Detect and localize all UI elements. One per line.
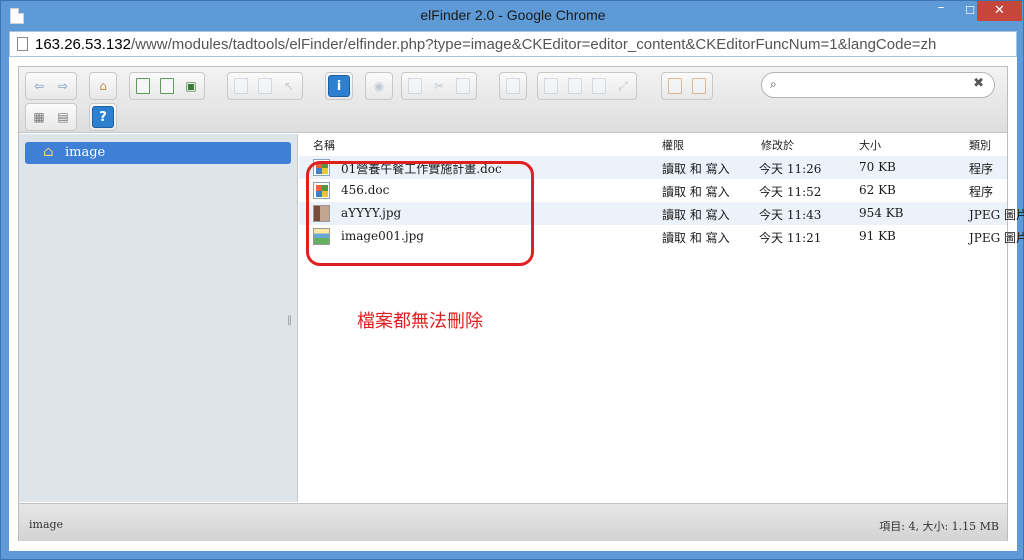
mkdir-icon[interactable] [156, 75, 178, 97]
file-perm: 讀取 和 寫入 [662, 185, 730, 199]
col-size[interactable]: 大小 [859, 137, 881, 153]
page-icon [17, 37, 28, 51]
open-icon[interactable] [230, 75, 252, 97]
archive-group [661, 72, 713, 100]
select-icon[interactable]: ↖ [278, 75, 300, 97]
rename-icon[interactable] [564, 75, 586, 97]
col-date[interactable]: 修改於 [761, 137, 794, 153]
help-group: ? [89, 103, 117, 131]
file-perm: 讀取 和 寫入 [662, 208, 730, 222]
forward-icon[interactable]: ⇨ [52, 75, 74, 97]
url-path: /www/modules/tadtools/elFinder/elfinder.… [130, 36, 937, 53]
info-icon[interactable]: i [328, 75, 350, 97]
save-icon[interactable]: ▣ [180, 75, 202, 97]
file-date: 今天 11:52 [759, 185, 822, 199]
home-icon[interactable]: ⌂ [92, 75, 114, 97]
file-size: 91 KB [859, 229, 896, 243]
elfinder-panel: ⇦ ⇨ ⌂ ▣ ↖ i ◉ ✂ ⤢ ⌕ ✖ ▦ ▤ ? ⌂ image ‖ 名稱… [18, 66, 1024, 541]
file-date: 今天 11:21 [759, 231, 822, 245]
info-group: i [325, 72, 353, 100]
view-group: ◉ [365, 72, 393, 100]
status-bar: image 項目: 4, 大小: 1.15 MB [19, 503, 1007, 541]
help-icon[interactable]: ? [92, 106, 114, 128]
minimize-button[interactable]: – [927, 1, 955, 21]
url-host: 163.26.53.132 [35, 36, 131, 53]
search-clear-icon[interactable]: ✖ [973, 76, 984, 91]
folder-tree: ⌂ image ‖ [19, 134, 298, 502]
col-kind[interactable]: 類別 [969, 137, 991, 153]
file-size: 70 KB [859, 160, 896, 174]
file-date: 今天 11:26 [759, 162, 822, 176]
view-list-icon[interactable]: ▦ [28, 106, 50, 128]
delete-icon[interactable] [502, 75, 524, 97]
file-kind: 程序 [969, 162, 994, 176]
status-info: 項目: 4, 大小: 1.15 MB [879, 520, 999, 533]
file-perm: 讀取 和 寫入 [662, 162, 730, 176]
edit-group: ⤢ [537, 72, 637, 100]
delete-group [499, 72, 527, 100]
annotation-circle [306, 161, 534, 266]
title-bar: elFinder 2.0 - Google Chrome – ☐ ✕ [1, 1, 1024, 31]
file-kind: JPEG 圖片 [969, 231, 1024, 245]
page-content: ⇦ ⇨ ⌂ ▣ ↖ i ◉ ✂ ⤢ ⌕ ✖ ▦ ▤ ? ⌂ image ‖ 名稱… [9, 57, 1024, 551]
home-group: ⌂ [89, 72, 117, 100]
tree-item-image[interactable]: ⌂ image [25, 142, 291, 164]
reload-icon[interactable] [132, 75, 154, 97]
close-button[interactable]: ✕ [977, 1, 1022, 21]
open-group: ↖ [227, 72, 303, 100]
file-date: 今天 11:43 [759, 208, 822, 222]
sort-icon[interactable]: ▤ [52, 106, 74, 128]
annotation-text: 檔案都無法刪除 [357, 311, 483, 332]
column-headers: 名稱 權限 修改於 大小 類別 [299, 137, 1007, 153]
search-input[interactable]: ⌕ ✖ [761, 72, 995, 98]
house-icon: ⌂ [43, 144, 54, 160]
copy-icon[interactable] [404, 75, 426, 97]
cut-icon[interactable]: ✂ [428, 75, 450, 97]
file-kind: JPEG 圖片 [969, 208, 1024, 222]
nav-group: ⇦ ⇨ [25, 72, 77, 100]
file-perm: 讀取 和 寫入 [662, 231, 730, 245]
archive-icon[interactable] [664, 75, 686, 97]
edit-icon[interactable] [588, 75, 610, 97]
back-icon[interactable]: ⇦ [28, 75, 50, 97]
panel-resize-handle[interactable]: ‖ [287, 315, 292, 327]
url-text[interactable]: 163.26.53.132/www/modules/tadtools/elFin… [35, 36, 936, 53]
file-size: 62 KB [859, 183, 896, 197]
tree-item-label: image [65, 145, 106, 160]
toolbar: ⇦ ⇨ ⌂ ▣ ↖ i ◉ ✂ ⤢ ⌕ ✖ ▦ ▤ ? [19, 67, 1007, 133]
browser-window: elFinder 2.0 - Google Chrome – ☐ ✕ 163.2… [0, 0, 1024, 560]
view-icon[interactable]: ◉ [368, 75, 390, 97]
layout-group: ▦ ▤ [25, 103, 77, 131]
extract-icon[interactable] [688, 75, 710, 97]
address-bar[interactable]: 163.26.53.132/www/modules/tadtools/elFin… [9, 31, 1017, 57]
paste-icon[interactable] [452, 75, 474, 97]
download-icon[interactable] [254, 75, 276, 97]
file-size: 954 KB [859, 206, 904, 220]
file-group: ▣ [129, 72, 205, 100]
clipboard-group: ✂ [401, 72, 477, 100]
status-path: image [29, 518, 64, 531]
col-perm[interactable]: 權限 [662, 137, 684, 153]
window-title: elFinder 2.0 - Google Chrome [420, 7, 606, 23]
resize-icon[interactable]: ⤢ [612, 75, 634, 97]
search-icon: ⌕ [770, 77, 777, 91]
file-kind: 程序 [969, 185, 994, 199]
duplicate-icon[interactable] [540, 75, 562, 97]
col-name[interactable]: 名稱 [313, 137, 335, 153]
